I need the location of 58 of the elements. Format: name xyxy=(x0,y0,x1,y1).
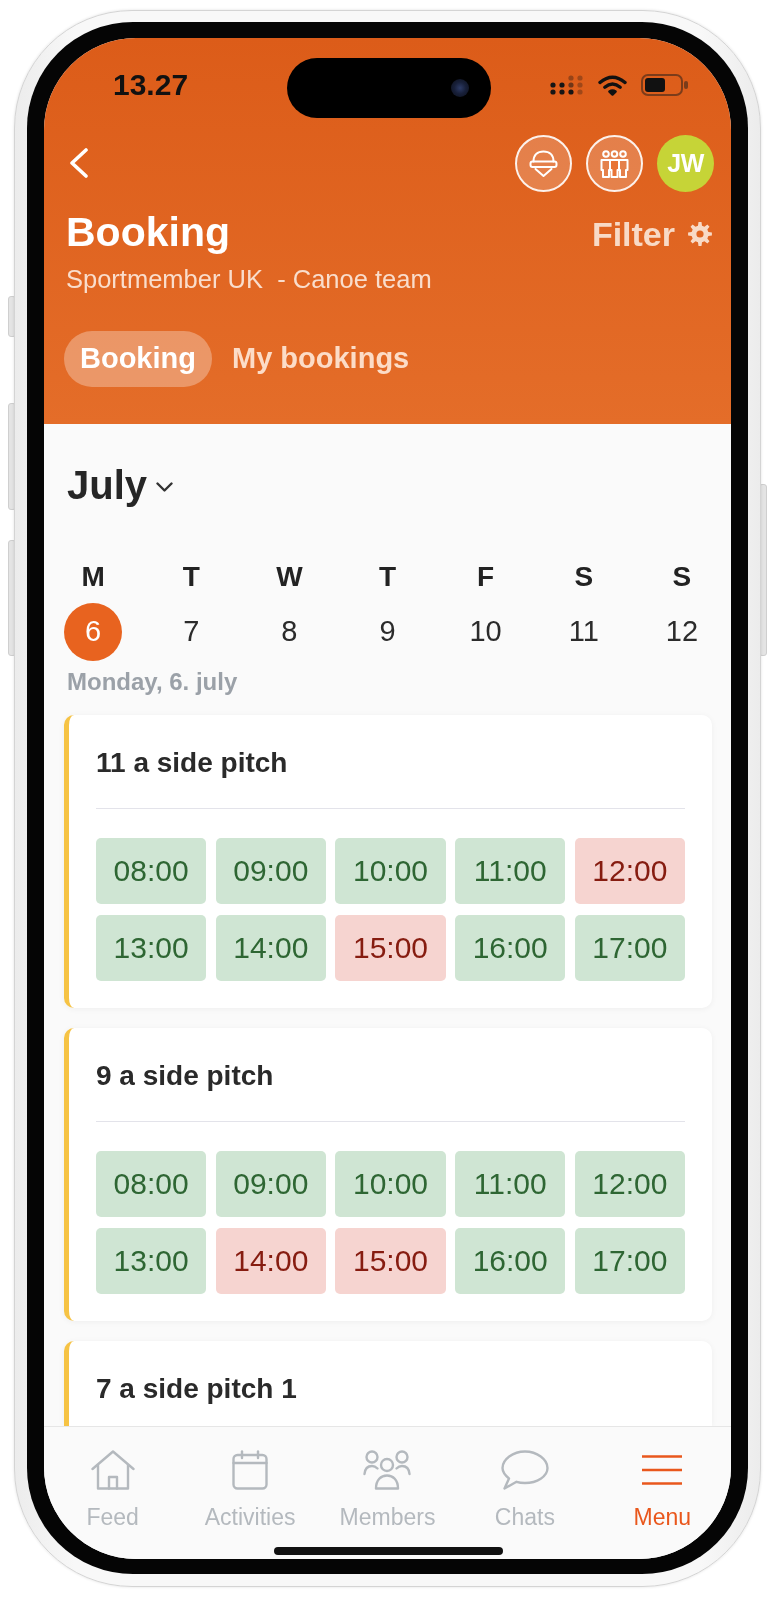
time-slot[interactable]: 16:00 xyxy=(455,1227,566,1294)
calendar-icon xyxy=(232,1450,269,1490)
group-icon[interactable] xyxy=(586,134,643,192)
page-title: Booking xyxy=(66,212,230,253)
time-slot[interactable]: 15:00 xyxy=(335,915,446,981)
time-slot[interactable]: 11:00 xyxy=(455,838,566,904)
time-slot[interactable]: 14:00 xyxy=(215,1227,326,1294)
weekday-label: T xyxy=(378,562,397,591)
camera-lens-icon xyxy=(451,79,469,97)
date-button[interactable]: 12 xyxy=(652,602,711,661)
signal-icon xyxy=(550,75,584,95)
selected-date-label: Monday, 6. july xyxy=(67,667,239,697)
weekday-label: T xyxy=(182,562,200,591)
time-slot[interactable]: 08:00 xyxy=(96,1150,207,1217)
time-slot[interactable]: 11:00 xyxy=(455,1150,566,1217)
caret-icon xyxy=(156,481,174,492)
time-slot[interactable]: 09:00 xyxy=(215,1150,326,1217)
time-slot[interactable]: 12:00 xyxy=(574,1150,685,1217)
back-icon[interactable] xyxy=(69,148,89,178)
time-slot[interactable]: 13:00 xyxy=(96,915,207,981)
weekday-label: W xyxy=(276,562,303,591)
card-title: 7 a side pitch 1 xyxy=(96,1371,298,1406)
month-selector[interactable]: July xyxy=(67,464,174,505)
settings-icon xyxy=(688,222,712,246)
weekday-label: S xyxy=(574,562,594,591)
date-button[interactable]: 11 xyxy=(554,602,613,661)
weekday-label: M xyxy=(81,562,105,591)
wifi-icon xyxy=(598,74,627,96)
date-button[interactable]: 6 xyxy=(64,602,123,661)
date-button[interactable]: 7 xyxy=(162,602,221,661)
date-button[interactable]: 8 xyxy=(260,602,319,661)
card-title: 9 a side pitch xyxy=(96,1059,275,1093)
badge-icon[interactable] xyxy=(515,134,572,192)
weekday-label: S xyxy=(672,562,692,591)
time-slot[interactable]: 10:00 xyxy=(335,838,446,904)
status-time: 13.27 xyxy=(113,70,189,100)
time-slot[interactable]: 09:00 xyxy=(215,838,326,904)
battery-icon xyxy=(641,74,688,96)
card-title: 11 a side pitch xyxy=(96,746,289,780)
time-slot[interactable]: 17:00 xyxy=(574,1227,685,1294)
time-slot[interactable]: 16:00 xyxy=(455,915,566,981)
nav-item[interactable]: Menu xyxy=(633,1427,692,1532)
page-subtitle: Sportmember UK - Canoe team xyxy=(66,264,433,295)
filter-button[interactable]: Filter xyxy=(591,217,712,251)
time-slot[interactable]: 13:00 xyxy=(96,1227,207,1294)
time-slot[interactable]: 12:00 xyxy=(574,838,685,904)
time-slot[interactable]: 14:00 xyxy=(215,915,326,981)
time-slot[interactable]: 15:00 xyxy=(335,1227,446,1294)
time-slot[interactable]: 17:00 xyxy=(574,915,685,981)
date-button[interactable]: 9 xyxy=(358,602,417,661)
date-button[interactable]: 10 xyxy=(456,602,515,661)
time-slot[interactable]: 10:00 xyxy=(335,1150,446,1217)
chat-icon xyxy=(500,1450,549,1490)
menu-icon xyxy=(642,1455,683,1485)
time-slot[interactable]: 08:00 xyxy=(96,838,207,904)
people-icon xyxy=(363,1450,412,1490)
home-icon xyxy=(90,1450,135,1490)
weekday-label: F xyxy=(477,562,495,591)
